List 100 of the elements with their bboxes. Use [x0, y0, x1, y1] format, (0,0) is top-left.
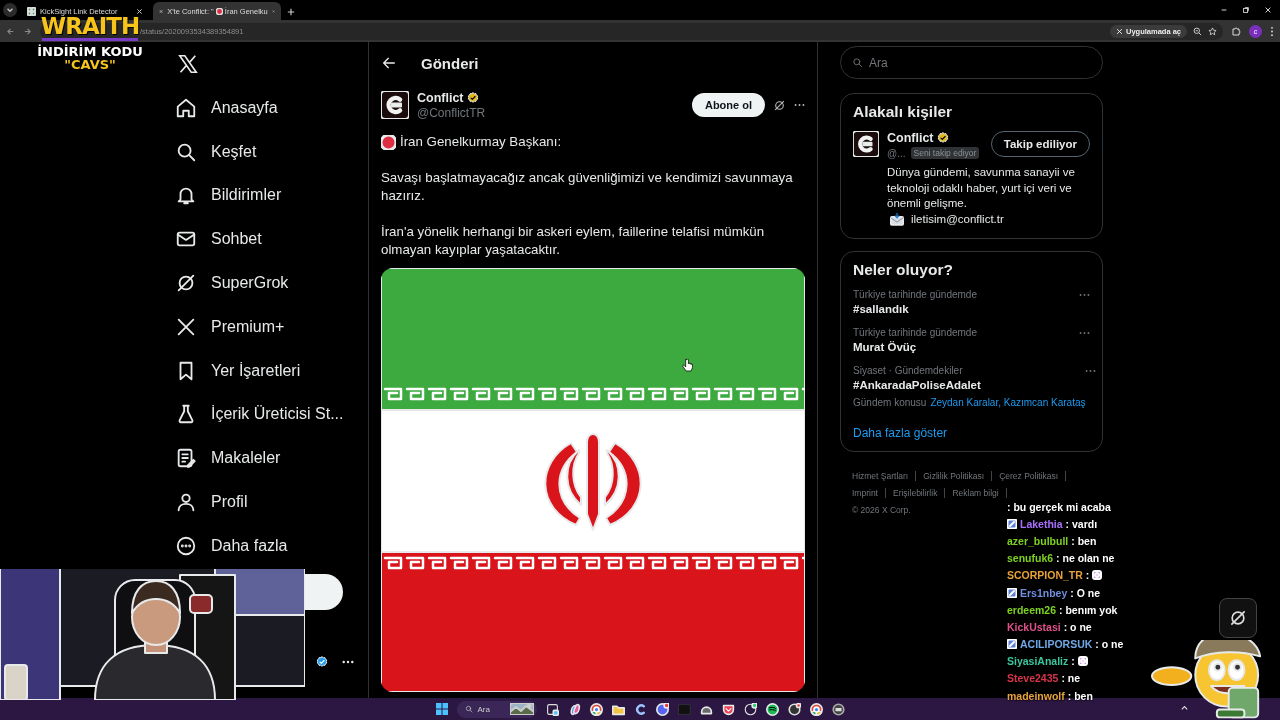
chat-username[interactable]: Ers1nbey — [1020, 586, 1068, 599]
chrome-icon[interactable] — [589, 702, 603, 716]
task-view-icon[interactable] — [545, 702, 559, 716]
trend-context: Türkiye tarihinde gündemde — [853, 327, 978, 338]
restore-icon[interactable] — [1242, 6, 1250, 14]
star-icon[interactable] — [1208, 26, 1217, 36]
chat-message: : benım yok — [1059, 603, 1118, 616]
chat-message: : ne olan ne — [1056, 552, 1115, 565]
chat-username[interactable]: Lakethia — [1020, 517, 1063, 530]
nav-item[interactable]: Bildirimler — [165, 173, 292, 218]
c-letter-icon[interactable] — [633, 702, 647, 716]
nav-item[interactable]: SuperGrok — [165, 261, 299, 305]
nav-item[interactable]: Profil — [165, 480, 258, 524]
circle-emoji-icon — [381, 135, 396, 150]
more-dots-icon[interactable] — [794, 103, 805, 107]
nav-item[interactable]: Daha fazla — [165, 523, 298, 568]
folder-icon[interactable] — [611, 702, 625, 716]
menu-dots-icon[interactable] — [1270, 25, 1274, 37]
chat-username[interactable]: madeinwolf — [1007, 689, 1065, 702]
avatar-logo[interactable] — [853, 131, 879, 157]
person-name[interactable]: Conflict — [887, 131, 934, 145]
chat-username[interactable]: erdeem26 — [1007, 603, 1057, 616]
plus-icon[interactable] — [287, 8, 295, 16]
forward-arrow-icon[interactable] — [23, 26, 32, 36]
slash-circle-button[interactable] — [1219, 598, 1257, 638]
tab-list-button[interactable] — [3, 3, 17, 17]
more-icon — [175, 534, 197, 557]
avatar-logo[interactable] — [381, 91, 409, 119]
caret-icon — [6, 6, 14, 14]
chat-message: : o ne — [1095, 638, 1124, 651]
app-tile-icon[interactable] — [677, 702, 691, 716]
footer-link[interactable]: Reklam bilgi — [945, 488, 1007, 498]
nav-item[interactable]: İçerik Üreticisi St... — [165, 392, 354, 437]
copyright-text: © 2026 X Corp. — [852, 504, 911, 517]
minimize-icon[interactable] — [1220, 6, 1228, 14]
post-button[interactable] — [305, 573, 343, 610]
footer-link[interactable]: Imprint — [852, 488, 886, 498]
search-icon — [852, 57, 863, 68]
emote-icon — [1077, 656, 1088, 667]
author-handle: @ConflictTR — [417, 105, 487, 120]
grid-favicon-icon — [27, 6, 36, 16]
search-placeholder: Ara — [869, 55, 888, 70]
search-icon — [464, 705, 473, 713]
nav-item[interactable]: Sohbet — [165, 217, 272, 262]
pocket-icon[interactable] — [721, 702, 735, 716]
taskbar-search-field[interactable]: Ara — [456, 700, 537, 718]
zoom-icon[interactable] — [1193, 26, 1202, 36]
x-logo-icon — [1115, 27, 1123, 35]
trend-topic[interactable]: Murat Övüç — [853, 341, 1079, 353]
close-icon[interactable] — [136, 7, 143, 15]
trend-topic[interactable]: #AnkaradaPoliseAdalet — [853, 379, 1086, 391]
footer-link[interactable]: Çerez Politikası — [992, 471, 1067, 481]
slash-circle-icon[interactable] — [773, 98, 786, 112]
chat-username[interactable]: senufuk6 — [1007, 552, 1054, 565]
chevron-up-icon[interactable] — [1180, 703, 1189, 712]
chat-username[interactable]: SiyasiAnaliz — [1007, 655, 1069, 668]
chat-username[interactable]: Steve2435 — [1007, 672, 1059, 685]
footer-link[interactable]: Hizmet Şartları — [852, 471, 917, 481]
chat-message: : o ne — [1063, 620, 1092, 633]
more-dots-icon[interactable] — [1079, 331, 1090, 335]
more-dots-icon[interactable] — [1079, 293, 1090, 297]
nav-item[interactable]: Premium+ — [165, 305, 295, 349]
bio-text: Dünya gündemi, savunma sanayii ve teknoloji odaklı haber, yurt içi veri ve önemli gelişme. — [887, 165, 1076, 211]
footer-link[interactable]: Gizlilik Politikası — [916, 471, 993, 481]
chat-username[interactable]: azer_bulbull — [1007, 534, 1069, 547]
trend-context: Türkiye tarihinde gündemde — [853, 289, 978, 300]
more-dots-icon[interactable] — [1085, 369, 1097, 373]
chrome-icon[interactable] — [809, 702, 823, 716]
emote-icon — [1092, 570, 1103, 581]
chat-message: : O ne — [1070, 586, 1101, 599]
bio-email: iletisim@conflict.tr — [911, 211, 1004, 227]
footer-link[interactable]: Erişilebilirlik — [886, 488, 946, 498]
section-title: Neler oluyor? — [853, 261, 954, 279]
nav-item[interactable]: Anasayfa — [165, 86, 288, 130]
nav-item[interactable]: Yer İşaretleri — [165, 348, 311, 393]
related-link[interactable]: Zeydan Karalar, Kazımcan Karataş — [930, 397, 1086, 408]
trend-topic[interactable]: #sallandık — [853, 303, 1079, 315]
back-arrow-icon[interactable] — [381, 55, 397, 71]
chat-message: : bu gerçek mi acaba — [1007, 500, 1111, 513]
x-logo-icon[interactable] — [177, 53, 199, 75]
close-icon[interactable] — [1264, 6, 1272, 14]
author-name[interactable]: Conflict — [417, 90, 464, 105]
envelope-icon — [890, 212, 904, 226]
spotify-icon[interactable] — [765, 702, 779, 716]
chat-username[interactable]: KickUstasi — [1007, 620, 1061, 633]
nav-item[interactable]: Keşfet — [165, 129, 267, 174]
post-text: Savaşı başlatmayacağız ancak güvenliğimizi ve kendimizi savunmaya hazırız. — [381, 169, 794, 205]
person-icon — [175, 491, 197, 514]
subscribe-button[interactable]: Abone ol — [691, 93, 765, 117]
chat-username[interactable]: ACILIPORSUK — [1020, 638, 1093, 651]
verified-badge-icon — [316, 656, 328, 668]
more-dots-icon[interactable] — [342, 660, 354, 664]
copilot-icon[interactable] — [567, 702, 581, 716]
chat-username[interactable]: SCORPION_TR — [1007, 569, 1083, 582]
windows-logo-icon[interactable] — [435, 703, 448, 715]
circle-emoji-icon — [215, 7, 223, 15]
show-more-link[interactable]: Daha fazla göster — [853, 426, 948, 440]
nav-item[interactable]: Makaleler — [165, 436, 291, 481]
chat-message: : vardı — [1065, 517, 1098, 530]
hand-cursor-icon — [682, 358, 693, 373]
